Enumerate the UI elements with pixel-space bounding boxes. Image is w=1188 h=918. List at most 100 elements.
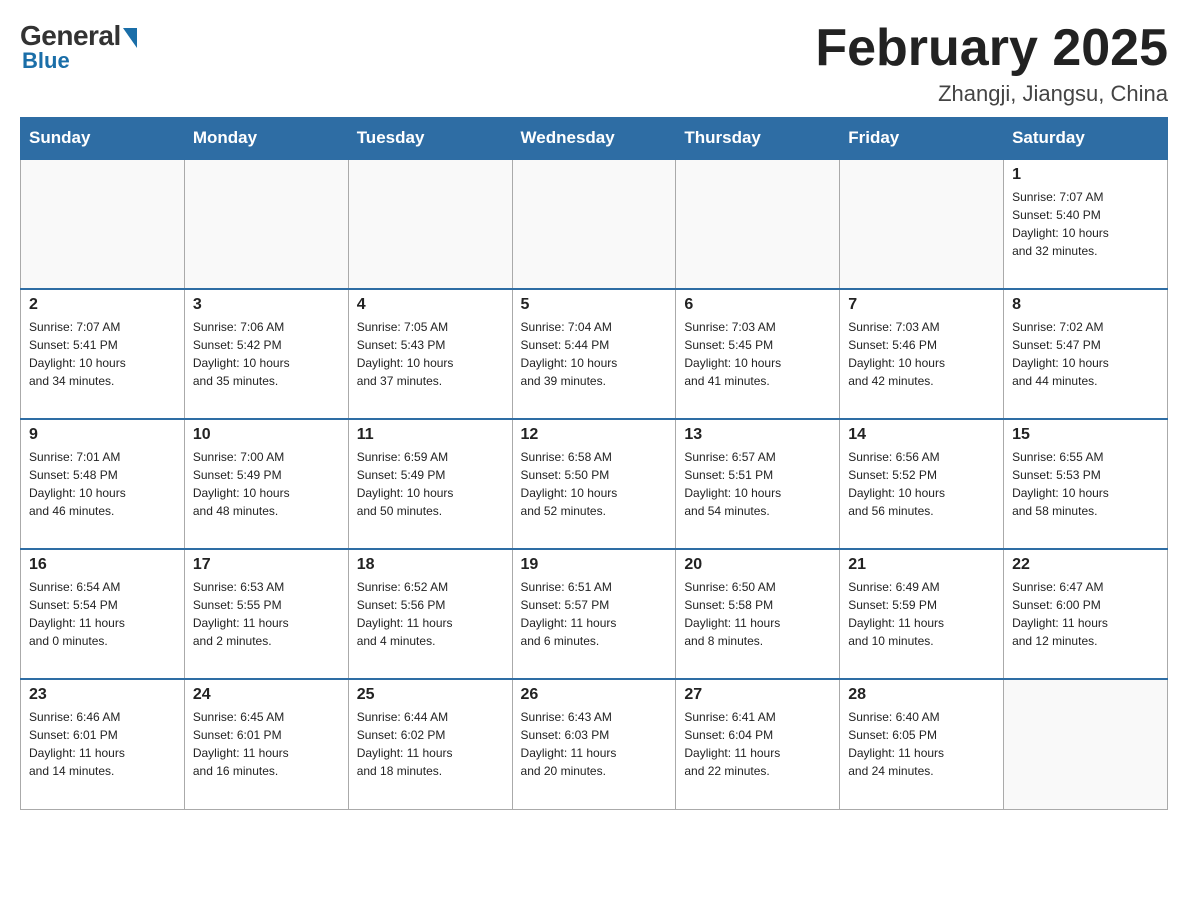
- day-number: 4: [357, 296, 504, 314]
- day-number: 15: [1012, 426, 1159, 444]
- calendar-cell: 20 Sunrise: 6:50 AM Sunset: 5:58 PM Dayli…: [676, 549, 840, 679]
- calendar-table: Sunday Monday Tuesday Wednesday Thursday…: [20, 117, 1168, 810]
- header-friday: Friday: [840, 118, 1004, 160]
- day-number: 16: [29, 556, 176, 574]
- calendar-cell: 26 Sunrise: 6:43 AM Sunset: 6:03 PM Dayli…: [512, 679, 676, 809]
- day-number: 1: [1012, 166, 1159, 184]
- calendar-cell: 7 Sunrise: 7:03 AM Sunset: 5:46 PM Daylig…: [840, 289, 1004, 419]
- calendar-cell: 28 Sunrise: 6:40 AM Sunset: 6:05 PM Dayli…: [840, 679, 1004, 809]
- day-info: Sunrise: 6:53 AM Sunset: 5:55 PM Dayligh…: [193, 578, 340, 650]
- calendar-cell: [21, 159, 185, 289]
- day-info: Sunrise: 6:45 AM Sunset: 6:01 PM Dayligh…: [193, 708, 340, 780]
- calendar-cell: 15 Sunrise: 6:55 AM Sunset: 5:53 PM Dayli…: [1004, 419, 1168, 549]
- week-row-3: 16 Sunrise: 6:54 AM Sunset: 5:54 PM Dayli…: [21, 549, 1168, 679]
- calendar-cell: [840, 159, 1004, 289]
- day-info: Sunrise: 6:52 AM Sunset: 5:56 PM Dayligh…: [357, 578, 504, 650]
- header-wednesday: Wednesday: [512, 118, 676, 160]
- calendar-cell: 22 Sunrise: 6:47 AM Sunset: 6:00 PM Dayli…: [1004, 549, 1168, 679]
- day-number: 20: [684, 556, 831, 574]
- calendar-cell: 23 Sunrise: 6:46 AM Sunset: 6:01 PM Dayli…: [21, 679, 185, 809]
- calendar-cell: 12 Sunrise: 6:58 AM Sunset: 5:50 PM Dayli…: [512, 419, 676, 549]
- calendar-cell: 24 Sunrise: 6:45 AM Sunset: 6:01 PM Dayli…: [184, 679, 348, 809]
- calendar-cell: 6 Sunrise: 7:03 AM Sunset: 5:45 PM Daylig…: [676, 289, 840, 419]
- week-row-1: 2 Sunrise: 7:07 AM Sunset: 5:41 PM Daylig…: [21, 289, 1168, 419]
- day-info: Sunrise: 7:07 AM Sunset: 5:41 PM Dayligh…: [29, 318, 176, 390]
- calendar-cell: 11 Sunrise: 6:59 AM Sunset: 5:49 PM Dayli…: [348, 419, 512, 549]
- day-info: Sunrise: 7:07 AM Sunset: 5:40 PM Dayligh…: [1012, 188, 1159, 260]
- day-info: Sunrise: 7:03 AM Sunset: 5:45 PM Dayligh…: [684, 318, 831, 390]
- page-header: General Blue February 2025 Zhangji, Jian…: [20, 20, 1168, 107]
- day-number: 12: [521, 426, 668, 444]
- day-number: 10: [193, 426, 340, 444]
- day-number: 7: [848, 296, 995, 314]
- calendar-cell: 2 Sunrise: 7:07 AM Sunset: 5:41 PM Daylig…: [21, 289, 185, 419]
- day-number: 26: [521, 686, 668, 704]
- day-info: Sunrise: 6:49 AM Sunset: 5:59 PM Dayligh…: [848, 578, 995, 650]
- calendar-cell: 4Sunrise: 7:05 AM Sunset: 5:43 PM Daylig…: [348, 289, 512, 419]
- calendar-cell: 19 Sunrise: 6:51 AM Sunset: 5:57 PM Dayli…: [512, 549, 676, 679]
- day-info: Sunrise: 7:00 AM Sunset: 5:49 PM Dayligh…: [193, 448, 340, 520]
- calendar-cell: [184, 159, 348, 289]
- day-info: Sunrise: 6:51 AM Sunset: 5:57 PM Dayligh…: [521, 578, 668, 650]
- header-tuesday: Tuesday: [348, 118, 512, 160]
- day-number: 14: [848, 426, 995, 444]
- calendar-cell: 18 Sunrise: 6:52 AM Sunset: 5:56 PM Dayli…: [348, 549, 512, 679]
- calendar-cell: 9 Sunrise: 7:01 AM Sunset: 5:48 PM Daylig…: [21, 419, 185, 549]
- day-number: 6: [684, 296, 831, 314]
- logo-blue-text: Blue: [22, 48, 70, 74]
- day-number: 11: [357, 426, 504, 444]
- title-block: February 2025 Zhangji, Jiangsu, China: [815, 20, 1168, 107]
- day-info: Sunrise: 6:58 AM Sunset: 5:50 PM Dayligh…: [521, 448, 668, 520]
- day-number: 23: [29, 686, 176, 704]
- day-info: Sunrise: 6:47 AM Sunset: 6:00 PM Dayligh…: [1012, 578, 1159, 650]
- calendar-cell: 13 Sunrise: 6:57 AM Sunset: 5:51 PM Dayli…: [676, 419, 840, 549]
- month-title: February 2025: [815, 20, 1168, 77]
- day-number: 18: [357, 556, 504, 574]
- day-number: 9: [29, 426, 176, 444]
- day-info: Sunrise: 6:43 AM Sunset: 6:03 PM Dayligh…: [521, 708, 668, 780]
- logo-arrow-icon: [123, 28, 137, 48]
- week-row-2: 9 Sunrise: 7:01 AM Sunset: 5:48 PM Daylig…: [21, 419, 1168, 549]
- day-info: Sunrise: 6:54 AM Sunset: 5:54 PM Dayligh…: [29, 578, 176, 650]
- day-number: 5: [521, 296, 668, 314]
- day-number: 3: [193, 296, 340, 314]
- day-info: Sunrise: 7:03 AM Sunset: 5:46 PM Dayligh…: [848, 318, 995, 390]
- day-number: 19: [521, 556, 668, 574]
- day-number: 8: [1012, 296, 1159, 314]
- day-number: 2: [29, 296, 176, 314]
- calendar-cell: 14 Sunrise: 6:56 AM Sunset: 5:52 PM Dayli…: [840, 419, 1004, 549]
- header-monday: Monday: [184, 118, 348, 160]
- day-info: Sunrise: 6:57 AM Sunset: 5:51 PM Dayligh…: [684, 448, 831, 520]
- day-info: Sunrise: 6:56 AM Sunset: 5:52 PM Dayligh…: [848, 448, 995, 520]
- calendar-cell: 10 Sunrise: 7:00 AM Sunset: 5:49 PM Dayli…: [184, 419, 348, 549]
- day-info: Sunrise: 6:55 AM Sunset: 5:53 PM Dayligh…: [1012, 448, 1159, 520]
- calendar-cell: 3 Sunrise: 7:06 AM Sunset: 5:42 PM Daylig…: [184, 289, 348, 419]
- day-number: 24: [193, 686, 340, 704]
- calendar-cell: 8 Sunrise: 7:02 AM Sunset: 5:47 PM Daylig…: [1004, 289, 1168, 419]
- day-info: Sunrise: 6:46 AM Sunset: 6:01 PM Dayligh…: [29, 708, 176, 780]
- day-number: 21: [848, 556, 995, 574]
- week-row-4: 23 Sunrise: 6:46 AM Sunset: 6:01 PM Dayli…: [21, 679, 1168, 809]
- day-info: Sunrise: 7:06 AM Sunset: 5:42 PM Dayligh…: [193, 318, 340, 390]
- day-info: Sunrise: 6:40 AM Sunset: 6:05 PM Dayligh…: [848, 708, 995, 780]
- day-info: Sunrise: 6:50 AM Sunset: 5:58 PM Dayligh…: [684, 578, 831, 650]
- week-row-0: 1 Sunrise: 7:07 AM Sunset: 5:40 PM Daylig…: [21, 159, 1168, 289]
- location-text: Zhangji, Jiangsu, China: [815, 81, 1168, 107]
- day-number: 13: [684, 426, 831, 444]
- day-info: Sunrise: 6:59 AM Sunset: 5:49 PM Dayligh…: [357, 448, 504, 520]
- calendar-cell: 17Sunrise: 6:53 AM Sunset: 5:55 PM Dayli…: [184, 549, 348, 679]
- calendar-cell: [348, 159, 512, 289]
- calendar-cell: [1004, 679, 1168, 809]
- header-sunday: Sunday: [21, 118, 185, 160]
- day-info: Sunrise: 6:41 AM Sunset: 6:04 PM Dayligh…: [684, 708, 831, 780]
- logo: General Blue: [20, 20, 137, 74]
- day-number: 28: [848, 686, 995, 704]
- day-number: 22: [1012, 556, 1159, 574]
- calendar-cell: 27Sunrise: 6:41 AM Sunset: 6:04 PM Dayli…: [676, 679, 840, 809]
- calendar-cell: [512, 159, 676, 289]
- day-info: Sunrise: 7:01 AM Sunset: 5:48 PM Dayligh…: [29, 448, 176, 520]
- weekday-header-row: Sunday Monday Tuesday Wednesday Thursday…: [21, 118, 1168, 160]
- calendar-cell: 5Sunrise: 7:04 AM Sunset: 5:44 PM Daylig…: [512, 289, 676, 419]
- day-info: Sunrise: 7:02 AM Sunset: 5:47 PM Dayligh…: [1012, 318, 1159, 390]
- calendar-cell: 16 Sunrise: 6:54 AM Sunset: 5:54 PM Dayli…: [21, 549, 185, 679]
